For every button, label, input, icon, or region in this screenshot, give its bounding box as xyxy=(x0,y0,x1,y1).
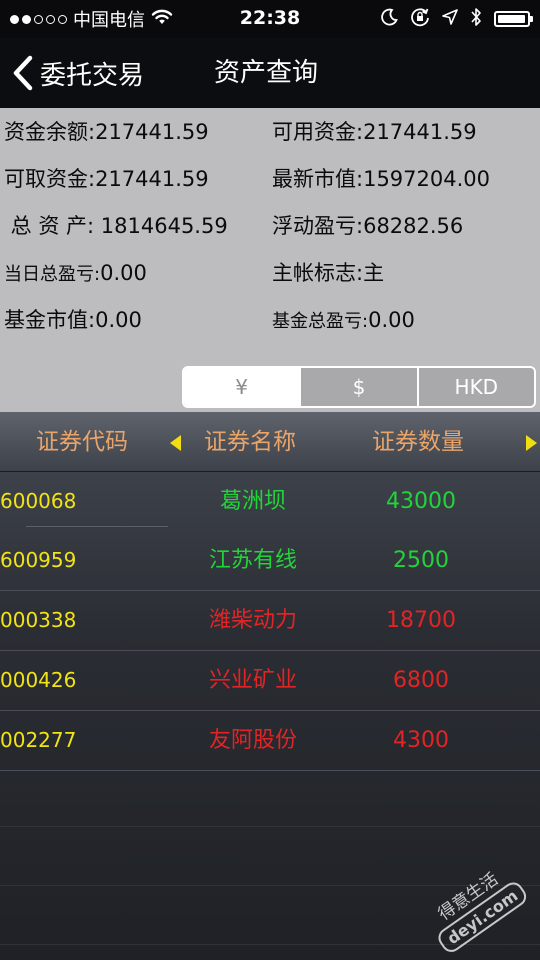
summary-label: 可用资金: xyxy=(272,120,364,144)
summary-label: 总 资 产: xyxy=(4,214,95,238)
bluetooth-icon xyxy=(470,7,482,31)
nav-bar: 委托交易 资产查询 xyxy=(0,38,540,108)
currency-tab-hkd[interactable]: HKD xyxy=(416,368,534,406)
summary-value: 0.00 xyxy=(100,261,147,285)
currency-tab-usd[interactable]: $ xyxy=(299,368,417,406)
table-row[interactable]: 600959 江苏有线 2500 xyxy=(0,531,540,591)
table-row[interactable]: 000426 兴业矿业 6800 xyxy=(0,651,540,711)
summary-value: 1814645.59 xyxy=(94,214,228,238)
summary-value: 0.00 xyxy=(368,308,415,332)
row-divider xyxy=(0,826,540,827)
summary-value: 217441.59 xyxy=(95,167,209,191)
summary-cell-right: 浮动盈亏:68282.56 xyxy=(272,204,463,248)
summary-value: 217441.59 xyxy=(363,120,477,144)
back-button[interactable]: 委托交易 xyxy=(12,38,144,108)
row-divider xyxy=(26,526,168,527)
site-watermark: 得意生活 deyi.com xyxy=(419,856,530,956)
summary-cell-right: 最新市值:1597204.00 xyxy=(272,157,490,201)
page-title: 资产查询 xyxy=(214,58,319,88)
summary-row: 基金市值:0.00 基金总盈亏:0.00 xyxy=(0,298,540,342)
table-header: 证券代码 证券名称 证券数量 xyxy=(0,412,540,472)
back-button-label: 委托交易 xyxy=(40,60,145,91)
rotation-lock-icon xyxy=(410,7,430,31)
stock-quantity: 18700 xyxy=(386,608,456,633)
stock-quantity: 6800 xyxy=(393,668,449,693)
summary-label: 最新市值: xyxy=(272,167,364,191)
location-arrow-icon xyxy=(442,9,458,29)
moon-icon xyxy=(380,8,398,30)
summary-row: 资金余额:217441.59 可用资金:217441.59 xyxy=(0,110,540,154)
status-right xyxy=(380,7,533,31)
currency-tab-cny[interactable]: ¥ xyxy=(184,368,300,406)
holdings-table: 证券代码 证券名称 证券数量 600068 葛洲坝 43000 600959 江… xyxy=(0,412,540,960)
stock-quantity: 4300 xyxy=(393,728,449,753)
summary-value: 0.00 xyxy=(95,308,142,332)
asset-summary-panel: 资金余额:217441.59 可用资金:217441.59 可取资金:21744… xyxy=(0,108,540,412)
summary-cell-left: 可取资金:217441.59 xyxy=(4,157,209,201)
summary-row: 总 资 产: 1814645.59 浮动盈亏:68282.56 xyxy=(0,204,540,248)
summary-cell-left: 当日总盈亏:0.00 xyxy=(4,251,147,297)
summary-label: 资金余额: xyxy=(4,120,96,144)
column-header-name: 证券名称 xyxy=(204,429,296,455)
summary-cell-left: 资金余额:217441.59 xyxy=(4,110,209,154)
table-row[interactable]: 002277 友阿股份 4300 xyxy=(0,711,540,771)
table-rows: 600068 葛洲坝 43000 600959 江苏有线 2500 000338… xyxy=(0,472,540,771)
triangle-left-icon[interactable] xyxy=(170,435,181,451)
triangle-right-icon[interactable] xyxy=(526,435,537,451)
summary-cell-right: 可用资金:217441.59 xyxy=(272,110,477,154)
table-row[interactable]: 600068 葛洲坝 43000 xyxy=(0,472,540,531)
summary-label: 主帐标志: xyxy=(272,261,364,285)
summary-label: 基金总盈亏: xyxy=(272,311,369,332)
battery-icon xyxy=(494,11,533,27)
stock-quantity: 43000 xyxy=(386,489,456,514)
currency-segmented-control: ¥ $ HKD xyxy=(182,366,536,408)
summary-label: 浮动盈亏: xyxy=(272,214,364,238)
summary-value: 主 xyxy=(363,261,385,285)
status-bar: 中国电信 22:38 xyxy=(0,0,540,38)
summary-cell-right: 主帐标志:主 xyxy=(272,251,384,295)
column-header-code: 证券代码 xyxy=(36,429,128,455)
summary-label: 当日总盈亏: xyxy=(4,264,101,285)
summary-cell-left: 基金市值:0.00 xyxy=(4,298,142,342)
summary-row: 当日总盈亏:0.00 主帐标志:主 xyxy=(0,251,540,295)
stock-quantity: 2500 xyxy=(393,548,449,573)
summary-cell-right: 基金总盈亏:0.00 xyxy=(272,298,415,344)
summary-value: 217441.59 xyxy=(95,120,209,144)
table-row[interactable]: 000338 潍柴动力 18700 xyxy=(0,591,540,651)
chevron-left-icon xyxy=(12,55,34,91)
summary-row: 可取资金:217441.59 最新市值:1597204.00 xyxy=(0,157,540,201)
summary-label: 可取资金: xyxy=(4,167,96,191)
column-header-quantity: 证券数量 xyxy=(372,429,464,455)
summary-cell-left: 总 资 产: 1814645.59 xyxy=(4,204,228,248)
summary-value: 1597204.00 xyxy=(363,167,491,191)
summary-value: 68282.56 xyxy=(363,214,464,238)
summary-label: 基金市值: xyxy=(4,308,96,332)
